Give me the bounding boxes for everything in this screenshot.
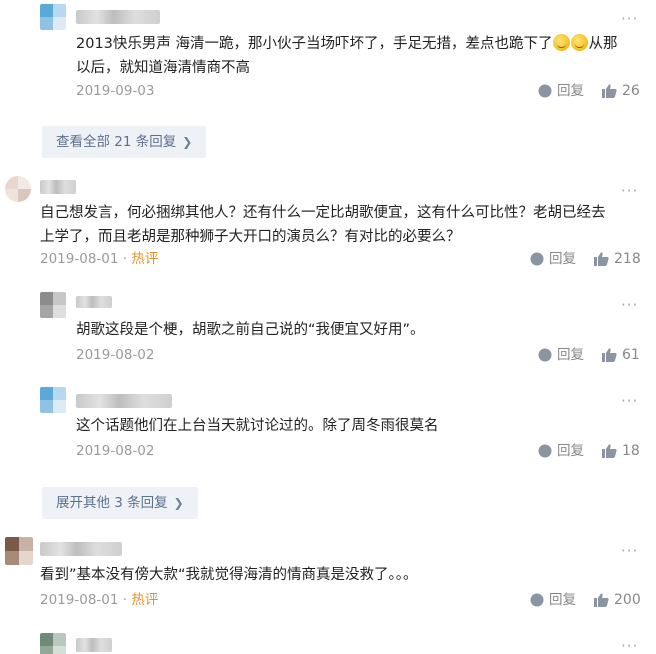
view-all-replies-button[interactable]: 查看全部 21 条回复 ❯: [42, 126, 207, 158]
chevron-right-icon: ❯: [182, 135, 193, 149]
thumbs-up-icon: [594, 252, 609, 266]
hot-badge: 热评: [131, 251, 159, 267]
comment-date: 2019-09-03: [76, 83, 155, 99]
like-button[interactable]: 18: [602, 442, 640, 460]
thumbs-up-icon: [602, 444, 617, 458]
more-options-icon[interactable]: ···: [621, 639, 638, 654]
reply-button[interactable]: 回复: [530, 250, 576, 268]
username-blurred[interactable]: [40, 542, 122, 556]
like-button[interactable]: 218: [594, 250, 641, 268]
reply-button[interactable]: 回复: [538, 346, 584, 364]
like-button[interactable]: 26: [602, 82, 640, 100]
chevron-right-icon: ❯: [173, 496, 184, 510]
reply-button[interactable]: 回复: [530, 591, 576, 609]
laughing-emoji-icon: [571, 34, 589, 51]
comment-date: 2019-08-02: [76, 443, 155, 459]
username-blurred[interactable]: [76, 10, 160, 24]
expand-other-replies-button[interactable]: 展开其他 3 条回复 ❯: [42, 487, 198, 519]
avatar[interactable]: [40, 4, 66, 30]
speech-bubble-icon: [538, 84, 552, 98]
reply-button[interactable]: 回复: [538, 442, 584, 460]
username-blurred[interactable]: [76, 638, 112, 652]
comment-text: 这个话题他们在上台当天就讨论过的。除了周冬雨很莫名: [76, 418, 439, 434]
username-blurred[interactable]: [76, 394, 172, 408]
laughing-emoji-icon: [553, 34, 571, 51]
like-button[interactable]: 200: [594, 591, 641, 609]
like-button[interactable]: 61: [602, 346, 640, 364]
thumbs-up-icon: [594, 593, 609, 607]
speech-bubble-icon: [530, 593, 544, 607]
speech-bubble-icon: [538, 348, 552, 362]
speech-bubble-icon: [538, 444, 552, 458]
thumbs-up-icon: [602, 84, 617, 98]
comment-date: 2019-08-02: [76, 347, 155, 363]
avatar[interactable]: [5, 176, 31, 202]
more-options-icon[interactable]: ···: [621, 184, 638, 199]
more-options-icon[interactable]: ···: [621, 298, 638, 313]
avatar[interactable]: [40, 387, 66, 413]
comment-text: 自己想发言，何必捆绑其他人？还有什么一定比胡歌便宜，这有什么可比性？老胡已经去 …: [40, 205, 606, 245]
username-blurred[interactable]: [40, 180, 76, 194]
thumbs-up-icon: [602, 348, 617, 362]
comment-text: 胡歌这段是个梗，胡歌之前自己说的“我便宜又好用”。: [76, 322, 425, 338]
hot-badge: 热评: [131, 592, 159, 608]
comment-date: 2019-08-01 · 热评: [40, 592, 159, 608]
comment-text: 看到”基本没有傍大款“我就觉得海清的情商真是没救了。。。: [40, 567, 418, 583]
avatar[interactable]: [40, 633, 66, 654]
more-options-icon[interactable]: ···: [621, 394, 638, 409]
more-options-icon[interactable]: ···: [621, 544, 638, 559]
avatar[interactable]: [5, 537, 33, 565]
reply-button[interactable]: 回复: [538, 82, 584, 100]
more-options-icon[interactable]: ···: [621, 12, 638, 27]
comment-text: 2013快乐男声 海清一跪，那小伙子当场吓坏了，手足无措，差点也跪下了 从那 以后…: [76, 34, 618, 76]
comment-date: 2019-08-01 · 热评: [40, 251, 159, 267]
username-blurred[interactable]: [76, 296, 112, 308]
speech-bubble-icon: [530, 252, 544, 266]
avatar[interactable]: [40, 292, 66, 318]
